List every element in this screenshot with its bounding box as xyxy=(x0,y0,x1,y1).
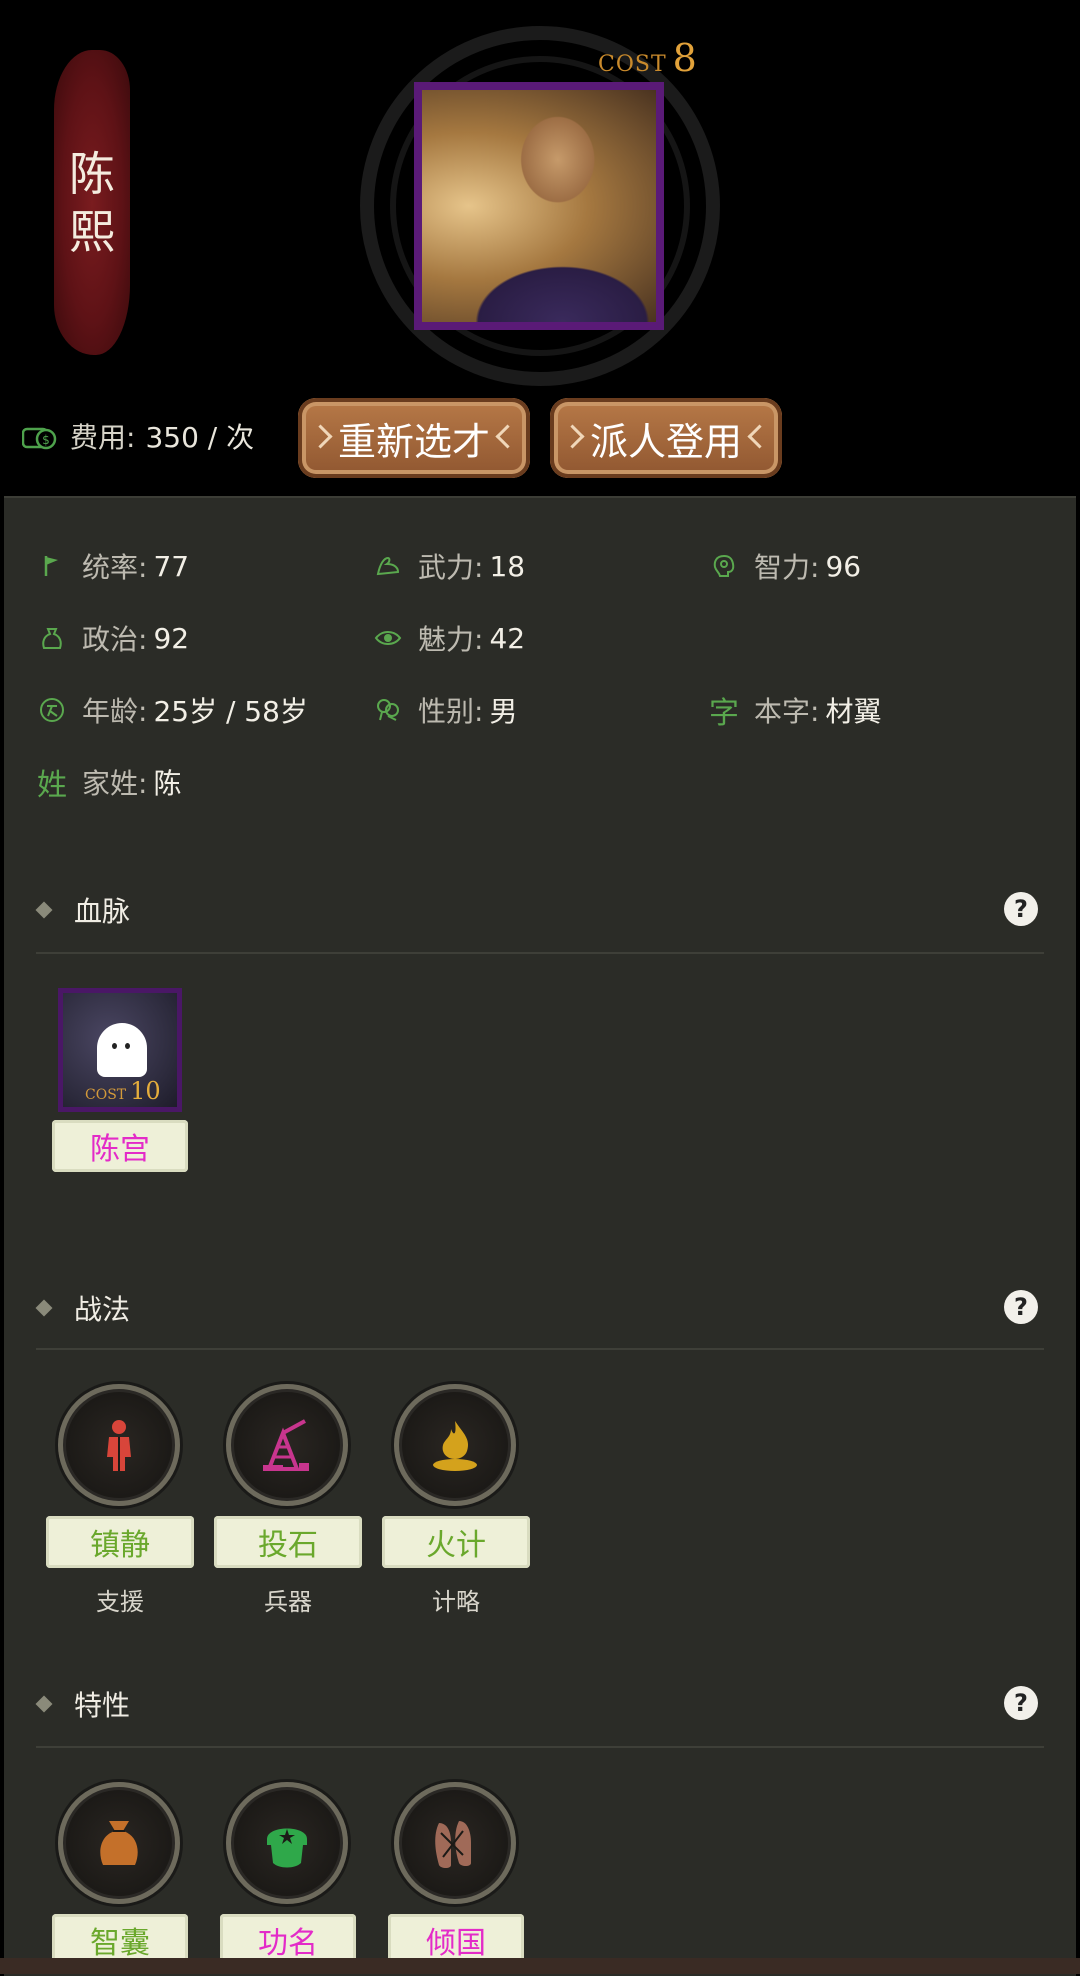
section-title: 特性 xyxy=(74,1689,131,1722)
stat-label: 年龄: xyxy=(82,695,148,728)
stat-value: 96 xyxy=(825,549,862,583)
stat-charm: 魅力: 42 xyxy=(374,618,525,658)
trait-icon-slot[interactable] xyxy=(58,1782,180,1904)
stat-value: 92 xyxy=(153,621,190,655)
diamond-bullet-icon xyxy=(35,1299,53,1317)
dispatch-recruit-button[interactable]: 派人登用 xyxy=(550,398,782,478)
reselect-button[interactable]: 重新选才 xyxy=(298,398,530,478)
stat-gender: 性别: 男 xyxy=(374,690,517,730)
tactic-icon-slot[interactable] xyxy=(394,1384,516,1506)
tactic-type-label: 兵器 xyxy=(264,1588,312,1616)
lineage-cost: COST 10 xyxy=(85,1077,161,1105)
lineage-hero-name[interactable]: 陈宫 xyxy=(52,1120,188,1172)
stat-age: 年龄: 25岁 / 58岁 xyxy=(38,690,308,730)
stat-label: 魅力: xyxy=(418,623,484,656)
diamond-bullet-icon xyxy=(35,1695,53,1713)
stat-label: 武力: xyxy=(418,551,484,584)
trait-icon-slot[interactable] xyxy=(226,1782,348,1904)
fee-value: 350 / 次 xyxy=(145,421,255,454)
ghost-icon xyxy=(97,1023,147,1077)
money-bag-icon xyxy=(38,624,66,652)
dispatch-button-label: 派人登用 xyxy=(589,419,742,464)
stat-value: 25岁 / 58岁 xyxy=(153,695,308,728)
reselect-button-label: 重新选才 xyxy=(337,419,490,464)
hero-name-char: 熙 xyxy=(69,204,115,259)
muscle-arm-icon xyxy=(374,552,402,580)
tactic-icon-slot[interactable] xyxy=(226,1384,348,1506)
section-header-lineage: 血脉 ? xyxy=(35,890,1038,930)
stat-value: 77 xyxy=(153,549,190,583)
stat-value: 陈 xyxy=(153,767,182,800)
section-title: 战法 xyxy=(74,1293,131,1326)
eye-icon xyxy=(374,624,402,652)
stat-value: 42 xyxy=(489,621,526,655)
help-button[interactable]: ? xyxy=(1004,892,1038,926)
stat-family-name: 姓 家姓: 陈 xyxy=(37,762,182,803)
calm-figure-icon xyxy=(107,1420,131,1471)
stat-value: 男 xyxy=(489,695,518,728)
gender-icon xyxy=(374,696,402,724)
section-title: 血脉 xyxy=(74,895,131,928)
courtesy-name-glyph-icon: 字 xyxy=(709,696,739,731)
stat-intelligence: 智力: 96 xyxy=(710,546,861,586)
section-divider xyxy=(36,952,1044,954)
tactic-name-tag[interactable]: 投石 xyxy=(214,1516,362,1568)
catapult-icon xyxy=(263,1419,309,1471)
section-divider xyxy=(36,1746,1044,1748)
lineage-hero-card[interactable]: COST 10 xyxy=(58,988,182,1112)
cost-label: COST xyxy=(85,1087,127,1103)
tactic-name-tag[interactable]: 火计 xyxy=(382,1516,530,1568)
cost-value: 10 xyxy=(130,1077,161,1105)
tactic-name-tag[interactable]: 镇静 xyxy=(46,1516,194,1568)
svg-text:$: $ xyxy=(42,433,50,447)
ballet-shoes-icon xyxy=(435,1821,471,1868)
stat-politics: 政治: 92 xyxy=(38,618,189,658)
stat-label: 统率: xyxy=(82,551,148,584)
tactic-type-label: 计略 xyxy=(432,1588,480,1616)
brain-icon xyxy=(710,552,738,580)
hero-portrait[interactable] xyxy=(414,82,664,330)
recruit-fee: $ 费用: 350 / 次 xyxy=(22,416,254,456)
star-cap-icon xyxy=(267,1828,307,1868)
cost-label: COST xyxy=(598,52,667,77)
sack-icon xyxy=(100,1821,138,1865)
fire-icon xyxy=(433,1421,477,1471)
diamond-bullet-icon xyxy=(35,901,53,919)
stat-force: 武力: 18 xyxy=(374,546,525,586)
stat-label: 本字: xyxy=(754,695,820,728)
stat-label: 政治: xyxy=(82,623,148,656)
tactic-icon-slot[interactable] xyxy=(58,1384,180,1506)
bottom-edge-strip xyxy=(0,1958,1080,1974)
hero-name-banner: 陈 熙 xyxy=(54,50,130,355)
stat-value: 18 xyxy=(489,549,526,583)
stat-label: 智力: xyxy=(754,551,820,584)
coins-icon: $ xyxy=(22,427,57,450)
stat-command: 统率: 77 xyxy=(38,546,189,586)
cost-value: 8 xyxy=(672,36,697,80)
flag-icon xyxy=(38,552,66,580)
stat-label: 性别: xyxy=(418,695,484,728)
hero-name-char: 陈 xyxy=(69,146,115,201)
section-header-tactics: 战法 ? xyxy=(35,1288,1038,1328)
stat-courtesy-name: 字 本字: 材翼 xyxy=(709,690,882,731)
stat-value: 材翼 xyxy=(825,695,882,728)
fee-label: 费用: xyxy=(70,421,136,454)
trait-icon-slot[interactable] xyxy=(394,1782,516,1904)
section-divider xyxy=(36,1348,1044,1350)
hero-cost: COST 8 xyxy=(598,36,697,80)
age-icon xyxy=(38,696,66,724)
help-button[interactable]: ? xyxy=(1004,1686,1038,1720)
tactic-type-label: 支援 xyxy=(96,1588,144,1616)
family-name-glyph-icon: 姓 xyxy=(37,768,67,803)
stat-label: 家姓: xyxy=(82,767,148,800)
help-button[interactable]: ? xyxy=(1004,1290,1038,1324)
section-header-traits: 特性 ? xyxy=(35,1684,1038,1724)
